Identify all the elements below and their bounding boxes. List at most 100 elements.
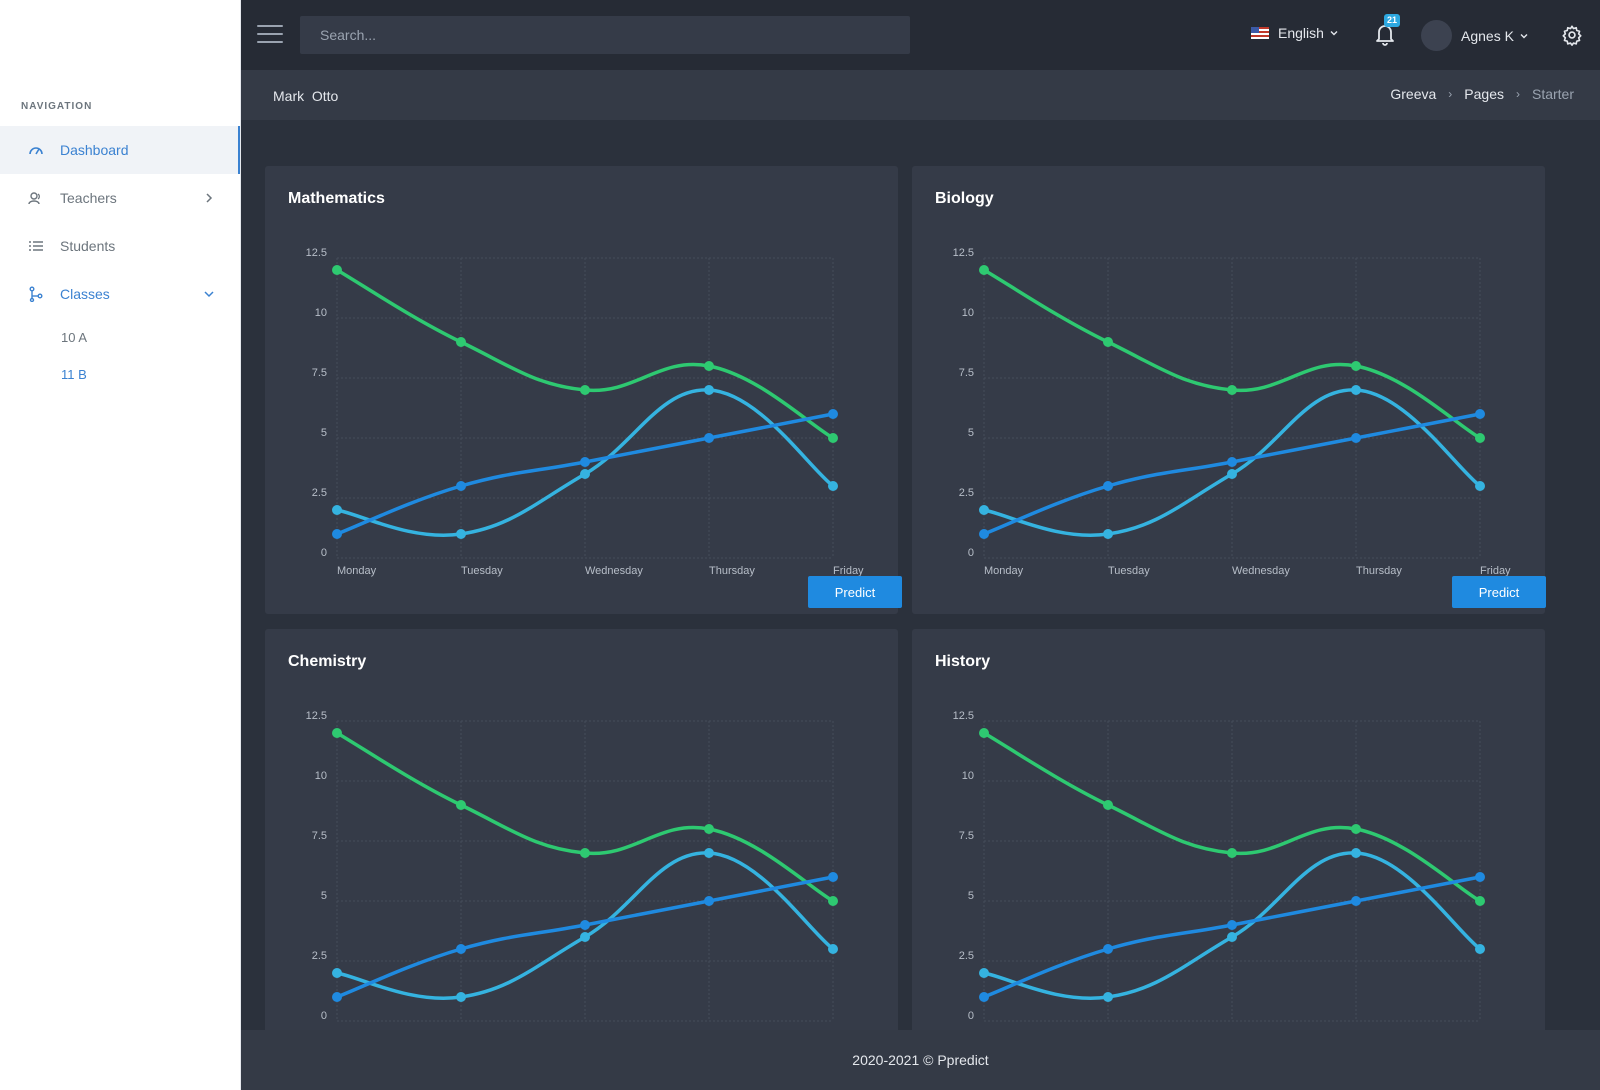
- x-tick-label: Monday: [984, 565, 1024, 577]
- breadcrumb-item-starter: Starter: [1531, 86, 1574, 102]
- breadcrumb-item-pages[interactable]: Pages: [1464, 86, 1504, 102]
- y-tick-label: 2.5: [959, 487, 974, 499]
- data-point: [332, 505, 342, 515]
- chevron-down-icon: [1330, 31, 1338, 36]
- x-tick-label: Thursday: [709, 565, 755, 577]
- y-tick-label: 10: [962, 770, 974, 782]
- sidebar-subitem-11b[interactable]: 11 B: [61, 367, 87, 382]
- sidebar-item-label: Dashboard: [60, 142, 129, 158]
- speedometer-icon: [28, 142, 44, 158]
- y-tick-label: 12.5: [306, 710, 327, 722]
- sidebar-item-classes[interactable]: Classes: [0, 270, 240, 318]
- footer: 2020-2021 © Ppredict: [241, 1030, 1600, 1090]
- data-point: [704, 433, 714, 443]
- gear-icon[interactable]: [1561, 24, 1583, 46]
- data-point: [704, 896, 714, 906]
- sidebar-subitem-10a[interactable]: 10 A: [61, 330, 87, 345]
- notification-badge: 21: [1384, 14, 1401, 27]
- chart-card-history: History 0 2.5 5 7.5 10 12.5: [912, 629, 1545, 1030]
- data-point: [456, 944, 466, 954]
- data-point: [456, 481, 466, 491]
- language-label: English: [1278, 25, 1324, 41]
- data-point: [580, 848, 590, 858]
- nav-heading: NAVIGATION: [21, 101, 93, 112]
- data-point: [1351, 361, 1361, 371]
- line-chart: 0 2.5 5 7.5 10 12.5 Monday Tuesday Wednesday Thur…: [953, 247, 1511, 577]
- data-point: [979, 529, 989, 539]
- predict-button[interactable]: Predict: [1452, 576, 1546, 608]
- data-point: [1351, 433, 1361, 443]
- y-tick-label: 0: [321, 1010, 327, 1022]
- y-tick-label: 10: [315, 307, 327, 319]
- data-point: [828, 409, 838, 419]
- y-tick-label: 0: [321, 547, 327, 559]
- data-point: [979, 968, 989, 978]
- chart-card-mathematics: Mathematics 0 2.5 5 7.5 10 12.5 Monday Tuesday W…: [265, 166, 902, 614]
- sidebar-item-label: Teachers: [60, 190, 117, 206]
- footer-text: 2020-2021 © Ppredict: [852, 1052, 989, 1068]
- chevron-right-icon: [202, 191, 216, 205]
- data-point: [1227, 457, 1237, 467]
- line-chart: 0 2.5 5 7.5 10 12.5 Monday Tuesday Wednesday Thur…: [306, 247, 864, 577]
- data-point: [704, 385, 714, 395]
- chevron-down-icon: [202, 287, 216, 301]
- y-tick-label: 0: [968, 1010, 974, 1022]
- data-point: [1227, 920, 1237, 930]
- data-point: [1351, 896, 1361, 906]
- menu-icon[interactable]: [257, 25, 283, 45]
- data-point: [979, 265, 989, 275]
- topbar: English 21 Agnes K: [241, 0, 1600, 70]
- data-point: [1103, 337, 1113, 347]
- data-point: [1351, 385, 1361, 395]
- y-tick-label: 12.5: [953, 710, 974, 722]
- sidebar-item-teachers[interactable]: Teachers: [0, 174, 240, 222]
- y-tick-label: 5: [321, 427, 327, 439]
- data-point: [1103, 481, 1113, 491]
- sidebar-item-students[interactable]: Students: [0, 222, 240, 270]
- data-point: [1103, 800, 1113, 810]
- data-point: [580, 469, 590, 479]
- data-point: [1475, 481, 1485, 491]
- language-selector[interactable]: English: [1251, 25, 1339, 41]
- sidebar-item-label: Classes: [60, 286, 110, 302]
- data-point: [704, 361, 714, 371]
- sidebar-item-label: Students: [60, 238, 116, 254]
- x-tick-label: Tuesday: [1108, 565, 1150, 577]
- data-point: [979, 992, 989, 1002]
- y-tick-label: 5: [321, 890, 327, 902]
- data-point: [332, 529, 342, 539]
- search-input[interactable]: [300, 16, 910, 54]
- user-menu[interactable]: Agnes K: [1421, 20, 1529, 51]
- data-point: [1351, 848, 1361, 858]
- y-tick-label: 0: [968, 547, 974, 559]
- chevron-down-icon: [1520, 33, 1528, 38]
- data-point: [1475, 872, 1485, 882]
- line-chart: 0 2.5 5 7.5 10 12.5: [306, 710, 838, 1022]
- chevron-right-icon: ›: [1515, 87, 1520, 101]
- users-icon: [28, 190, 44, 206]
- content-area: Mathematics 0 2.5 5 7.5 10 12.5 Monday Tuesday W…: [241, 120, 1600, 1030]
- y-tick-label: 7.5: [312, 367, 327, 379]
- x-tick-label: Monday: [337, 565, 377, 577]
- data-point: [828, 433, 838, 443]
- breadcrumb-item-greeva[interactable]: Greeva: [1390, 86, 1436, 102]
- data-point: [456, 337, 466, 347]
- data-point: [704, 824, 714, 834]
- data-point: [580, 920, 590, 930]
- data-point: [1475, 944, 1485, 954]
- data-point: [332, 728, 342, 738]
- chevron-right-icon: ›: [1448, 87, 1453, 101]
- data-point: [1475, 896, 1485, 906]
- sidebar-item-dashboard[interactable]: Dashboard: [0, 126, 240, 174]
- chart-card-biology: Biology 0 2.5 5 7.5 10 12.5 Monday Tuesday Wedne…: [912, 166, 1546, 614]
- list-icon: [28, 238, 44, 254]
- data-point: [580, 385, 590, 395]
- data-point: [332, 265, 342, 275]
- chart-card-chemistry: Chemistry 0 2.5 5 7.5 10 12.5: [265, 629, 898, 1030]
- git-branch-icon: [28, 286, 44, 302]
- user-name: Agnes K: [1461, 27, 1514, 44]
- y-tick-label: 2.5: [959, 950, 974, 962]
- predict-button[interactable]: Predict: [808, 576, 902, 608]
- us-flag-icon: [1251, 27, 1269, 39]
- line-chart: 0 2.5 5 7.5 10 12.5: [953, 710, 1485, 1022]
